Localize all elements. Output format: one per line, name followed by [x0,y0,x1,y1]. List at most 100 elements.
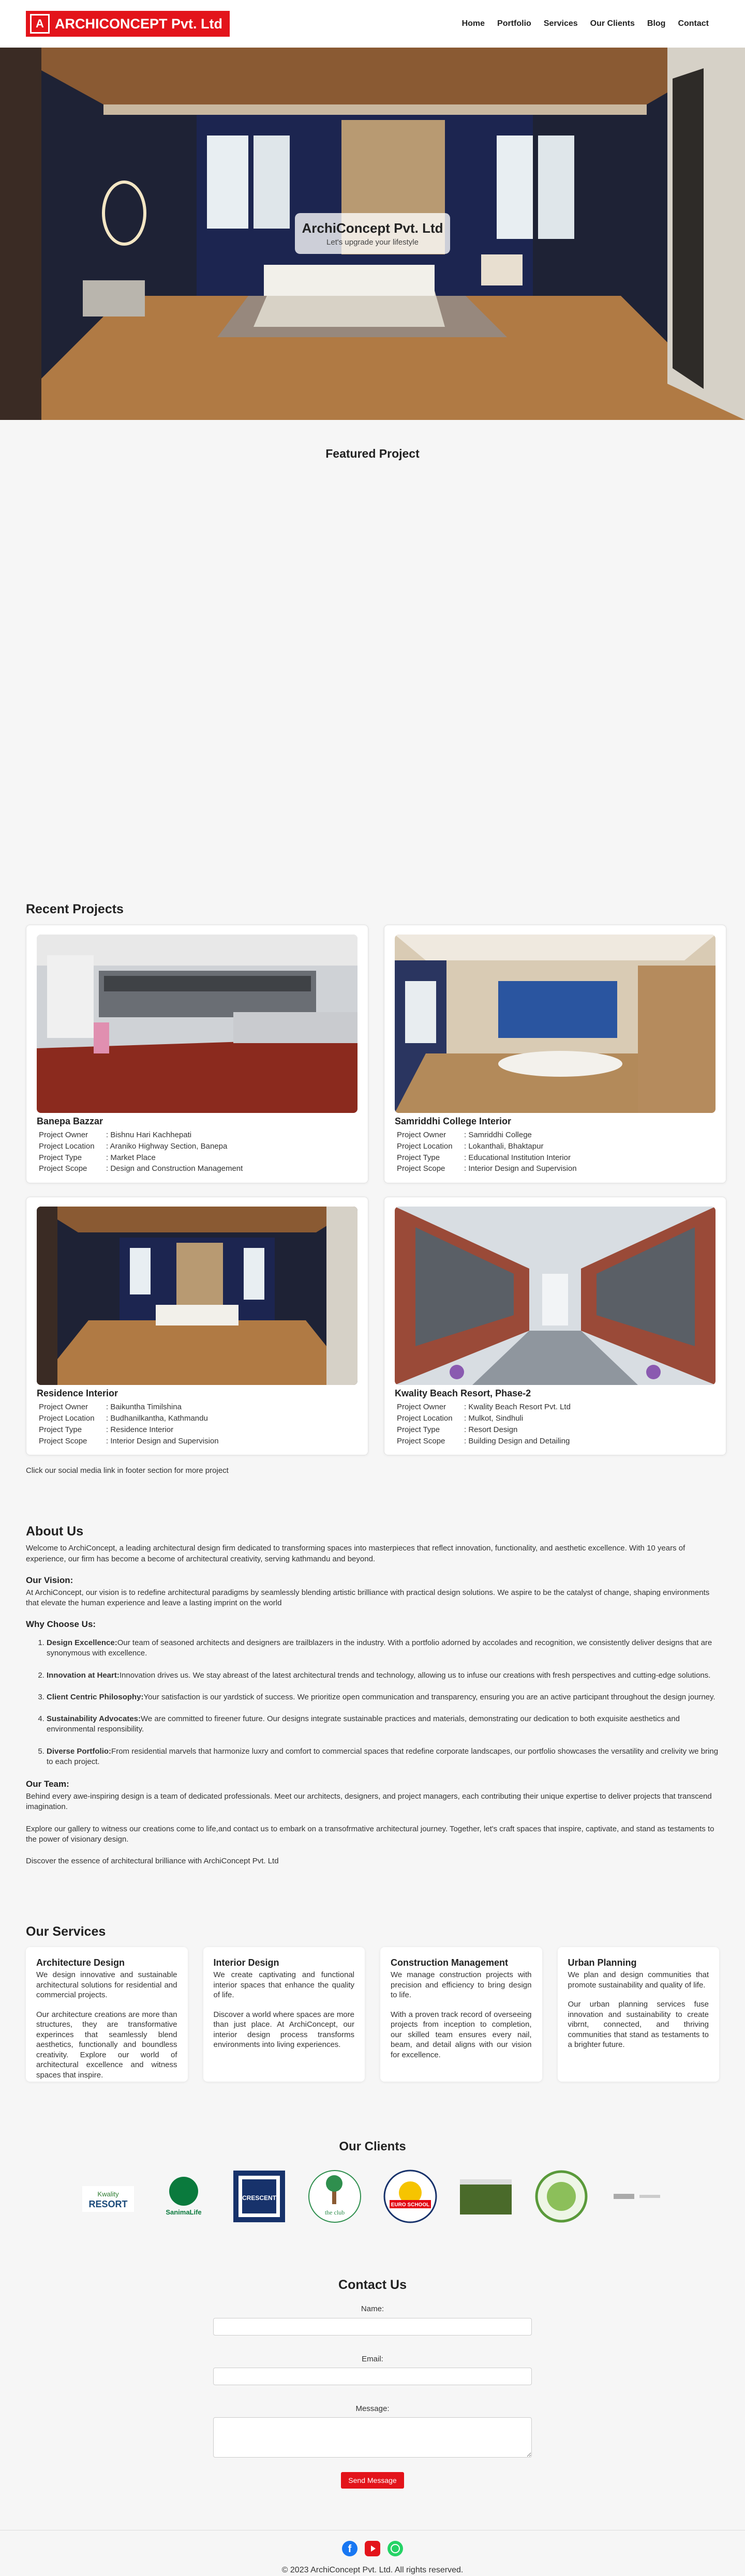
value: : Kwality Beach Resort Pvt. Ltd [464,1403,571,1412]
send-message-button[interactable]: Send Message [341,2472,404,2489]
reason-title: Sustainability Advocates: [47,1714,141,1724]
project-location-row: Project Location: Araniko Highway Sectio… [37,1141,357,1152]
clients-heading: Our Clients [339,2140,406,2154]
message-field[interactable] [213,2417,532,2458]
project-card[interactable]: Kwality Beach Resort, Phase-2 Project Ow… [384,1197,726,1456]
hero-card: ArchiConcept Pvt. Ltd Let's upgrade your… [295,213,450,254]
value: : Building Design and Detailing [464,1436,570,1445]
reason-text: Your satisfaction is our yardstick of su… [143,1692,716,1701]
project-card[interactable]: Banepa Bazzar Project Owner: Bishnu Hari… [26,924,368,1184]
project-card[interactable]: Samriddhi College Interior Project Owner… [384,924,726,1184]
svg-text:Kwality: Kwality [97,2190,119,2198]
project-type-row: Project Type: Educational Institution In… [395,1152,716,1164]
projects-grid: Banepa Bazzar Project Owner: Bishnu Hari… [26,924,726,1456]
reason-item: Client Centric Philosophy:Your satisfact… [47,1692,719,1703]
project-image-kwality [395,1207,716,1385]
label: Project Type [39,1425,82,1434]
label: Project Type [39,1153,82,1162]
services-heading: Our Services [26,1924,106,1939]
reason-title: Innovation at Heart: [47,1670,120,1680]
label: Project Owner [397,1131,446,1140]
project-image-residence [37,1207,357,1385]
label: Project Owner [39,1403,88,1412]
client-logo-bhadgaun [457,2168,514,2225]
clients-section: Our Clients Kwality RESORT SanimaLife CRE… [0,2138,745,2224]
site-footer: f © 2023 ArchiConcept Pvt. Ltd. All righ… [0,2530,745,2576]
project-owner-row: Project Owner : Samriddhi College [395,1129,716,1141]
value: : Bishnu Hari Kachhepati [106,1131,192,1140]
nav-blog[interactable]: Blog [647,18,666,29]
value: : Interior Design and Supervision [464,1164,577,1173]
service-card: Construction Management We manage constr… [380,1947,542,2082]
reason-item: Design Excellence:Our team of seasoned a… [47,1638,719,1659]
value: : Market Place [106,1153,156,1162]
project-location-row: Project Location: Budhanilkantha, Kathma… [37,1413,357,1424]
reason-title: Diverse Portfolio: [47,1746,112,1756]
client-logo-kwality: Kwality RESORT [80,2168,137,2225]
value: : Resort Design [464,1425,518,1434]
value: : Lokanthali, Bhaktapur [464,1141,544,1151]
nav-home[interactable]: Home [462,18,485,29]
whatsapp-icon[interactable] [388,2541,403,2557]
service-detail: Our architecture creations are more than… [36,2010,177,2080]
project-name: Residence Interior [37,1388,118,1399]
reasons-list: Design Excellence:Our team of seasoned a… [26,1638,719,1767]
service-detail: With a proven track record of overseeing… [391,2010,532,2059]
value: : Educational Institution Interior [464,1153,571,1162]
client-logo-the-club: the club [306,2168,363,2225]
label: Project Scope [397,1436,445,1445]
reason-item: Diverse Portfolio:From residential marve… [47,1746,719,1768]
copyright-text: © 2023 ArchiConcept Pvt. Ltd. All rights… [281,2566,464,2575]
project-name: Kwality Beach Resort, Phase-2 [395,1388,531,1399]
project-card[interactable]: Residence Interior Project Owner: Baikun… [26,1197,368,1456]
value: : Samriddhi College [464,1131,532,1140]
service-card: Interior Design We create captivating an… [203,1947,365,2082]
nav-contact[interactable]: Contact [678,18,709,29]
facebook-icon[interactable]: f [342,2541,357,2557]
youtube-icon[interactable] [365,2541,380,2557]
email-field[interactable] [213,2367,532,2385]
featured-project-section: Featured Project [0,420,745,901]
project-type-row: Project Type : Residence Interior [37,1424,357,1436]
reason-item: Sustainability Advocates:We are committe… [47,1714,719,1735]
client-logo-crescent: CRESCENT [231,2168,288,2225]
hero-title: ArchiConcept Pvt. Ltd [302,220,443,236]
label: Project Scope [39,1164,87,1173]
logo-mark: A [30,14,50,34]
label: Project Owner [397,1403,446,1412]
project-owner-row: Project Owner: Baikuntha Timilshina [37,1402,357,1413]
message-label: Message: [355,2404,390,2413]
label: Project Owner [39,1131,88,1140]
label: Project Location [397,1141,453,1151]
email-label: Email: [362,2354,383,2363]
recent-projects-section: Recent Projects Banepa Bazzar Project Ow… [0,901,745,1477]
nav-services[interactable]: Services [544,18,578,29]
discover-text: Discover the essence of architectural br… [26,1857,279,1866]
reason-title: Client Centric Philosophy: [47,1692,144,1701]
why-heading: Why Choose Us: [26,1619,96,1630]
svg-text:the club: the club [325,2209,345,2216]
project-scope-row: Project Scope: Interior Design and Super… [395,1163,716,1174]
reason-text: From residential marvels that harmonize … [47,1746,719,1766]
brand-logo[interactable]: A ARCHICONCEPT Pvt. Ltd [26,11,230,37]
svg-text:EURO SCHOOL: EURO SCHOOL [391,2202,429,2208]
reason-item: Innovation at Heart:Innovation drives us… [47,1670,719,1681]
nav-portfolio[interactable]: Portfolio [497,18,531,29]
label: Project Type [397,1425,440,1434]
about-heading: About Us [26,1524,84,1539]
social-icons: f [0,2541,745,2557]
service-title: Architecture Design [36,1957,125,1968]
project-location-row: Project Location : Lokanthali, Bhaktapur [395,1141,716,1152]
service-card: Urban Planning We plan and design commun… [557,1947,719,2082]
value: : Araniko Highway Section, Banepa [106,1141,228,1151]
nav-our-clients[interactable]: Our Clients [590,18,635,29]
value: : Residence Interior [106,1425,174,1434]
hero-subtitle: Let's upgrade your lifestyle [326,238,419,247]
services-section: Our Services Architecture Design We desi… [0,1923,745,2082]
hero-section: ArchiConcept Pvt. Ltd Let's upgrade your… [0,48,745,420]
service-title: Interior Design [213,1957,279,1968]
name-field[interactable] [213,2317,532,2336]
svg-text:RESORT: RESORT [88,2199,127,2209]
reason-text: We are committed to fireener future. Our… [47,1714,680,1734]
project-owner-row: Project Owner : Bishnu Hari Kachhepati [37,1129,357,1141]
